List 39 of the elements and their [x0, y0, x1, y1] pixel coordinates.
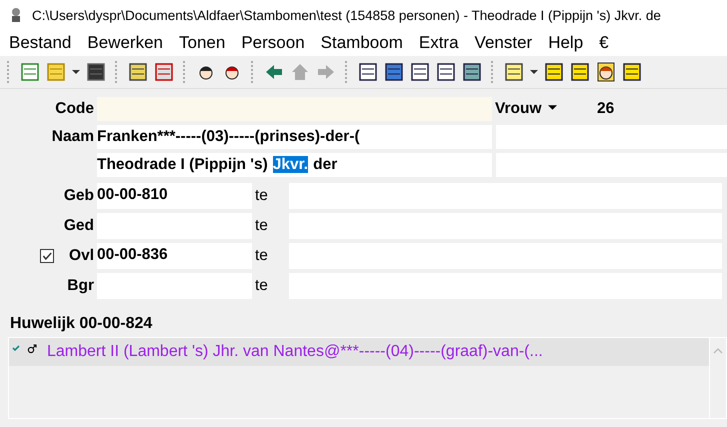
- checkbox[interactable]: [40, 249, 54, 263]
- place-label: te: [254, 217, 269, 235]
- date-field[interactable]: 00-00-836: [97, 243, 252, 269]
- field-label: Naam: [50, 128, 95, 146]
- left-arrow-icon[interactable]: [264, 62, 284, 82]
- field-label: Geb: [64, 187, 94, 205]
- place-label: te: [254, 247, 269, 265]
- menu-item[interactable]: Extra: [418, 33, 459, 53]
- surname-field[interactable]: Franken***-----(03)-----(prinses)-der-(: [97, 125, 492, 149]
- window-icon[interactable]: [384, 62, 404, 82]
- field-label: Ged: [64, 217, 94, 235]
- caret-icon: [548, 104, 557, 110]
- caret-icon[interactable]: [72, 70, 80, 74]
- menu-item[interactable]: Help: [548, 33, 584, 53]
- marriage-heading: Huwelijk 00-00-824: [10, 315, 154, 333]
- place-label: te: [254, 277, 269, 295]
- date-field[interactable]: 00-00-810: [97, 183, 252, 209]
- window-icon[interactable]: [436, 62, 456, 82]
- menu-item[interactable]: Venster: [474, 33, 532, 53]
- person-number: 26: [597, 100, 614, 118]
- field-label: Ovl: [69, 247, 94, 265]
- portrait-icon[interactable]: [596, 62, 616, 82]
- field-label: Bgr: [67, 277, 94, 295]
- check-icon: [12, 345, 20, 351]
- menu-item[interactable]: Bestand: [9, 33, 72, 53]
- menu-item[interactable]: Bewerken: [87, 33, 163, 53]
- caret-icon[interactable]: [530, 70, 538, 74]
- partner-row[interactable]: Lambert II (Lambert 's) Jhr. van Nantes@***-----(04)-----(graaf)-van-(...: [9, 338, 709, 366]
- male-icon: [27, 344, 37, 354]
- menu-item[interactable]: Stamboom: [320, 33, 403, 53]
- sex-dropdown[interactable]: Vrouw: [495, 100, 587, 118]
- menu-item[interactable]: Persoon: [241, 33, 305, 53]
- menu-item[interactable]: Tonen: [179, 33, 226, 53]
- menu-item[interactable]: €: [599, 33, 609, 53]
- given-name-field[interactable]: Theodrade I (Pippijn 's) Jkvr. der: [97, 153, 492, 177]
- place-label: te: [254, 187, 269, 205]
- window-title: C:\Users\dyspr\Documents\Aldfaer\Stambomen\test (154858 personen) - Theodrade I (Pippijn 's) Jkvr. de: [32, 8, 661, 22]
- field-label: Code: [54, 100, 95, 118]
- partner-name: Lambert II (Lambert 's) Jhr. van Nantes@***-----(04)-----(graaf)-van-(...: [47, 343, 543, 361]
